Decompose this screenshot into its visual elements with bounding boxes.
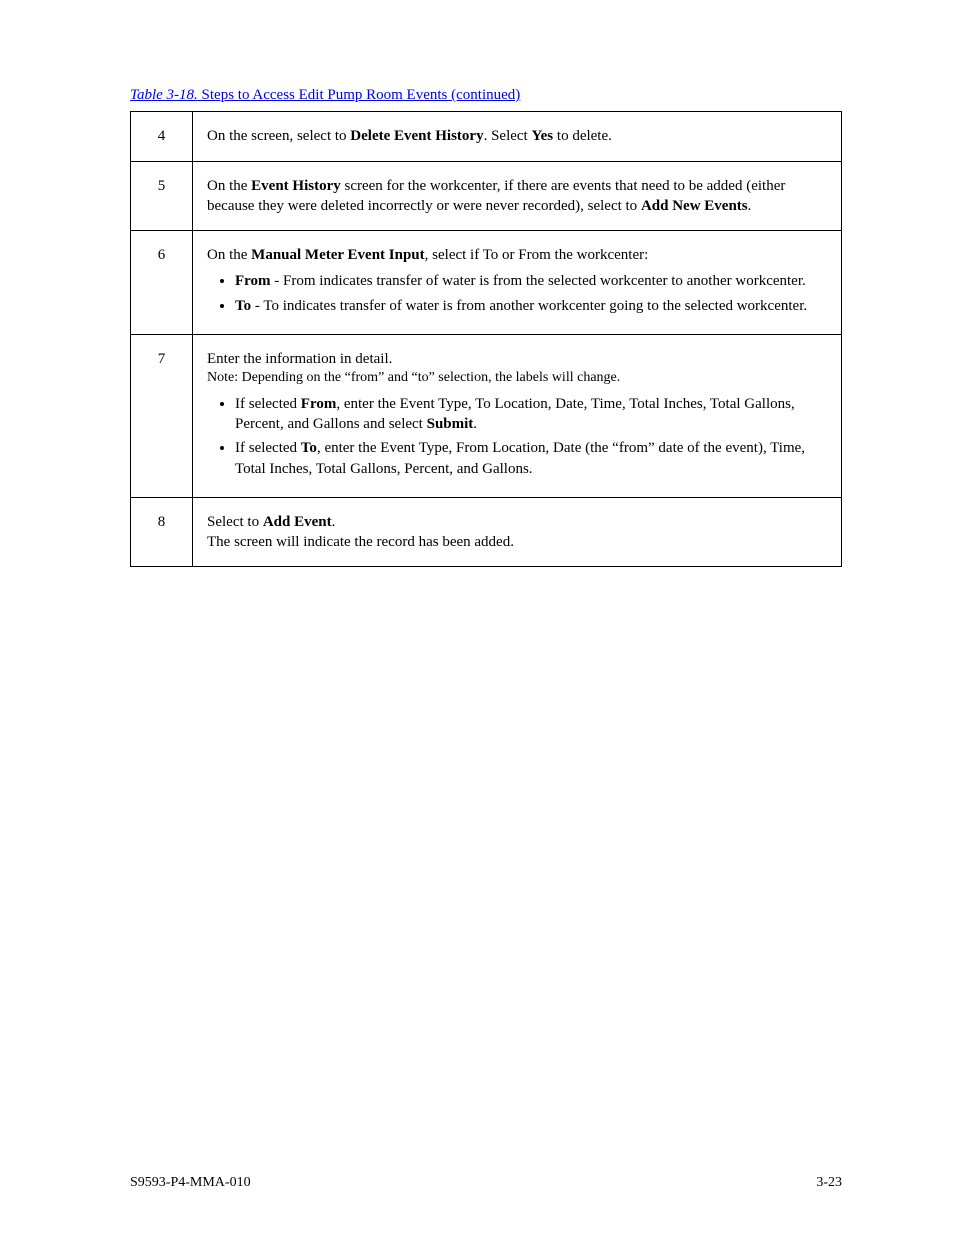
steps-table: 4On the screen, select to Delete Event H… [130, 111, 842, 567]
step-number-cell: 6 [131, 231, 193, 335]
table-row: 7Enter the information in detail.Note: D… [131, 334, 842, 497]
step-number-cell: 5 [131, 161, 193, 231]
step-number-cell: 4 [131, 112, 193, 161]
page-footer: S9593-P4-MMA-010 3-23 [130, 1174, 842, 1193]
table-title-prefix: Table 3-18. [130, 87, 198, 103]
step-description-cell: Select to Add Event.The screen will indi… [193, 497, 842, 567]
step-number-cell: 7 [131, 334, 193, 497]
step-description-cell: Enter the information in detail.Note: De… [193, 334, 842, 497]
table-row: 4On the screen, select to Delete Event H… [131, 112, 842, 161]
footer-doc-id: S9593-P4-MMA-010 [130, 1174, 251, 1193]
table-title-text: Steps to Access Edit Pump Room Events (c… [198, 87, 520, 103]
step-number-cell: 8 [131, 497, 193, 567]
table-title: Table 3-18. Steps to Access Edit Pump Ro… [130, 85, 842, 105]
table-row: 6On the Manual Meter Event Input, select… [131, 231, 842, 335]
step-description-cell: On the screen, select to Delete Event Hi… [193, 112, 842, 161]
footer-page-number: 3-23 [816, 1174, 842, 1193]
table-row: 5On the Event History screen for the wor… [131, 161, 842, 231]
step-description-cell: On the Event History screen for the work… [193, 161, 842, 231]
table-row: 8Select to Add Event.The screen will ind… [131, 497, 842, 567]
step-description-cell: On the Manual Meter Event Input, select … [193, 231, 842, 335]
document-page: Table 3-18. Steps to Access Edit Pump Ro… [0, 0, 954, 1235]
